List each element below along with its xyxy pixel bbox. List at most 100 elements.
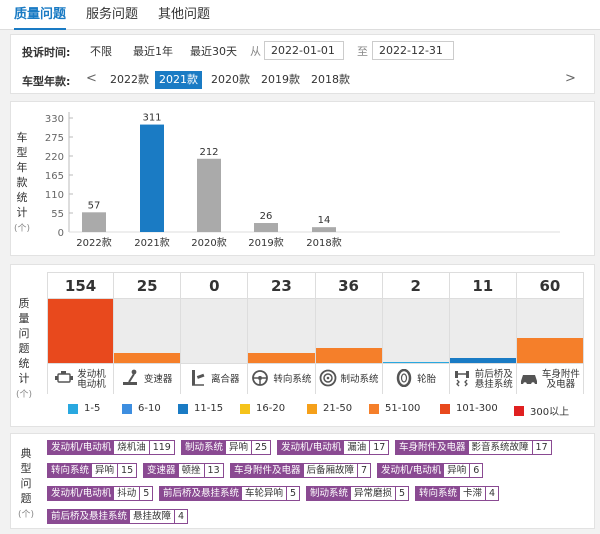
x-tick-label: 2021款: [134, 236, 169, 249]
issue-tag[interactable]: 制动系统 异常磨损 5: [306, 486, 410, 501]
model-year-label: 车型年款:: [22, 75, 71, 88]
quality-footer: 轮胎: [382, 363, 449, 395]
quality-bar: [114, 352, 181, 363]
legend-swatch: [122, 403, 132, 414]
bar-2019款: [254, 223, 278, 232]
legend-item: 51-100: [369, 403, 420, 414]
quality-bar: [315, 348, 382, 363]
y-tick-label: 0: [58, 228, 64, 239]
legend-swatch: [240, 403, 250, 414]
quality-column[interactable]: 36 制动系统: [315, 272, 383, 395]
x-tick-label: 2019款: [248, 236, 283, 249]
issue-tag[interactable]: 制动系统 异响 25: [181, 440, 272, 455]
quality-bar: [248, 353, 315, 363]
legend-item: 21-50: [307, 403, 352, 414]
quality-name: 发动机 电动机: [77, 368, 106, 390]
issue-tag-issue: 烧机油: [114, 441, 149, 454]
legend-item: 1-5: [68, 403, 100, 414]
issue-tag-system: 转向系统: [48, 464, 93, 477]
quality-footer: 变速器: [114, 363, 181, 395]
y-tick-label: 55: [51, 209, 64, 220]
legend-swatch: [68, 403, 78, 414]
year-2020[interactable]: 2020款: [207, 71, 254, 89]
legend-swatch: [440, 403, 450, 414]
quality-count: 23: [248, 273, 315, 299]
year-2022[interactable]: 2022款: [106, 71, 153, 89]
issue-tag[interactable]: 车身附件及电器 影音系统故障 17: [395, 440, 552, 455]
bar-2018款: [312, 227, 336, 232]
time-label: 投诉时间:: [22, 46, 71, 59]
legend-item: 6-10: [122, 403, 161, 414]
issue-tag[interactable]: 发动机/电动机 抖动 5: [47, 486, 154, 501]
year-2021[interactable]: 2021款: [155, 71, 202, 89]
issue-tag-count: 119: [148, 441, 174, 454]
issue-tag[interactable]: 发动机/电动机 漏油 17: [277, 440, 390, 455]
quality-bar-area: [181, 299, 248, 363]
from-label: 从: [250, 45, 261, 58]
to-label: 至: [357, 45, 368, 58]
legend-swatch: [307, 403, 317, 414]
bar-value-label: 212: [199, 147, 218, 158]
legend-label: 300以上: [530, 407, 570, 418]
clutch-pedal-icon: [189, 369, 207, 390]
prev-year-button[interactable]: <: [86, 71, 97, 86]
from-date-input[interactable]: 2022-01-01: [264, 41, 344, 60]
bar-value-label: 57: [88, 200, 101, 211]
y-tick-label: 110: [45, 190, 64, 201]
quality-column[interactable]: 25 变速器: [114, 272, 182, 395]
issue-tag-issue: 顿挫: [178, 464, 204, 477]
issue-tag[interactable]: 转向系统 异响 15: [47, 463, 138, 478]
quality-count: 2: [382, 273, 449, 299]
time-option-1year[interactable]: 最近1年: [133, 43, 173, 59]
quality-count: 154: [48, 273, 114, 299]
issue-tag-issue: 后备厢故障: [303, 464, 358, 477]
time-option-30days[interactable]: 最近30天: [190, 43, 237, 59]
legend-item: 11-15: [178, 403, 223, 414]
typical-axis-title: 典型问题 (个): [18, 447, 35, 520]
issue-tag-system: 前后桥及悬挂系统: [160, 487, 243, 500]
quality-axis-title: 质量问题统计 (个): [16, 297, 33, 400]
issue-tag[interactable]: 前后桥及悬挂系统 悬挂故障 4: [47, 509, 189, 524]
bar-2021款: [140, 124, 164, 232]
issue-tag-count: 5: [395, 487, 409, 500]
y-tick-label: 220: [45, 152, 64, 163]
issue-tag-count: 4: [485, 487, 499, 500]
bar-value-label: 14: [318, 215, 331, 226]
next-year-button[interactable]: >: [565, 71, 576, 86]
quality-column[interactable]: 154 发动机 电动机: [47, 272, 115, 395]
quality-bar-area: [449, 299, 516, 363]
quality-column[interactable]: 0 离合器: [181, 272, 249, 395]
issue-tag[interactable]: 发动机/电动机 烧机油 119: [47, 440, 175, 455]
quality-name: 车身附件 及电器: [541, 368, 580, 390]
quality-bar: [48, 299, 114, 363]
quality-footer: 发动机 电动机: [48, 363, 114, 395]
quality-column[interactable]: 23 转向系统: [248, 272, 316, 395]
quality-column[interactable]: 60 车身附件 及电器: [516, 272, 584, 395]
quality-name: 转向系统: [273, 373, 312, 385]
issue-tag[interactable]: 变速器 顿挫 13: [143, 463, 224, 478]
issue-tag[interactable]: 发动机/电动机 异响 6: [377, 463, 484, 478]
y-tick-label: 165: [45, 171, 64, 182]
to-date-input[interactable]: 2022-12-31: [372, 41, 454, 60]
quality-column[interactable]: 11 前后桥及 悬挂系统: [449, 272, 517, 395]
bar-value-label: 26: [260, 211, 273, 222]
bar-2022款: [82, 212, 106, 232]
issue-tag-system: 车身附件及电器: [396, 441, 469, 454]
year-2019[interactable]: 2019款: [257, 71, 304, 89]
quality-name: 轮胎: [417, 373, 437, 385]
tab-bar: 质量问题 服务问题 其他问题: [0, 0, 600, 30]
issue-tag[interactable]: 转向系统 卡滞 4: [415, 486, 500, 501]
year-2018[interactable]: 2018款: [307, 71, 354, 89]
tab-service[interactable]: 服务问题: [86, 0, 138, 30]
issue-tag-count: 5: [139, 487, 153, 500]
issue-tag[interactable]: 车身附件及电器 后备厢故障 7: [230, 463, 372, 478]
quality-column[interactable]: 2 轮胎: [382, 272, 450, 395]
issue-tag-system: 变速器: [144, 464, 179, 477]
x-tick-label: 2020款: [191, 236, 226, 249]
quality-bar-area: [382, 299, 449, 363]
tab-quality[interactable]: 质量问题: [14, 0, 67, 30]
issue-tag[interactable]: 前后桥及悬挂系统 车轮异响 5: [159, 486, 301, 501]
tab-other[interactable]: 其他问题: [158, 0, 210, 30]
time-option-any[interactable]: 不限: [90, 43, 112, 59]
issue-tag-count: 17: [531, 441, 551, 454]
